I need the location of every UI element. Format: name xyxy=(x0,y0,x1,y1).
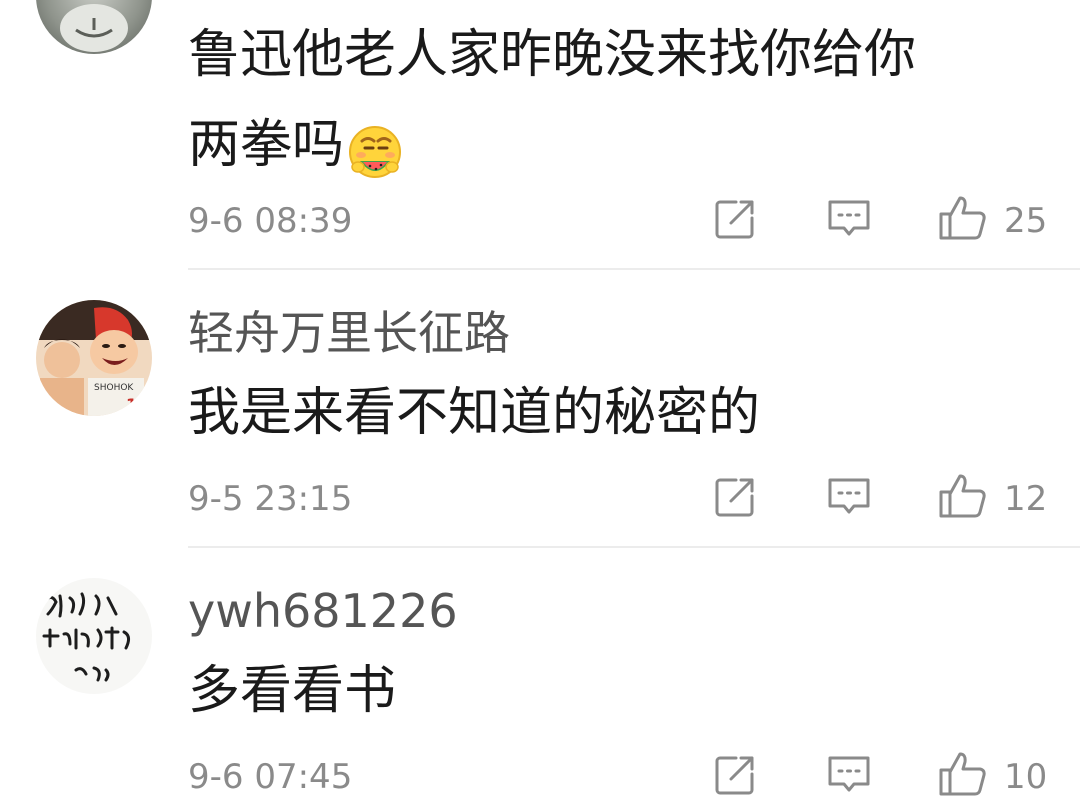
comment-timestamp: 9-6 07:45 xyxy=(188,757,353,797)
like-count: 10 xyxy=(1004,757,1048,797)
avatar[interactable]: SHOHOK 10 xyxy=(36,300,152,416)
thumbs-up-icon xyxy=(939,196,986,240)
comment-timestamp: 9-6 08:39 xyxy=(188,201,353,241)
like-button[interactable] xyxy=(938,750,988,798)
share-button[interactable] xyxy=(714,476,756,518)
comment-text-line: 两拳吗 xyxy=(188,100,1018,190)
svg-text:10: 10 xyxy=(126,395,148,414)
comment-text: 多看看书 xyxy=(188,646,1018,736)
thumbs-up-icon xyxy=(939,474,986,518)
comment-item: ywh681226 多看看书 9-6 07:45 10 xyxy=(0,548,1080,809)
reply-button[interactable] xyxy=(826,754,872,796)
calligraphy-avatar-image xyxy=(36,578,152,694)
like-button[interactable] xyxy=(938,194,988,242)
reply-icon xyxy=(828,478,870,514)
comment-timestamp: 9-5 23:15 xyxy=(188,479,353,519)
reply-button[interactable] xyxy=(826,476,872,518)
reply-icon xyxy=(828,756,870,792)
share-button[interactable] xyxy=(714,754,756,796)
share-icon xyxy=(715,756,754,795)
thumbs-up-icon xyxy=(939,752,986,796)
anime-avatar-image: SHOHOK 10 xyxy=(36,300,152,416)
share-icon xyxy=(715,200,754,239)
username[interactable]: ywh681226 xyxy=(188,588,458,634)
reply-button[interactable] xyxy=(826,198,872,240)
comment-text: 鲁迅他老人家昨晚没来找你给你 两拳吗 xyxy=(188,10,1018,190)
comment-text-line: 鲁迅他老人家昨晚没来找你给你 xyxy=(188,25,917,85)
username[interactable]: 轻舟万里长征路 xyxy=(188,310,510,356)
reply-icon xyxy=(828,200,870,236)
like-button[interactable] xyxy=(938,472,988,520)
svg-text:SHOHOK: SHOHOK xyxy=(94,383,134,393)
like-count: 12 xyxy=(1004,479,1048,519)
comment-item: SHOHOK 10 轻舟万里长征路 我是来看不知道的秘密的 9-5 23:15 xyxy=(0,270,1080,548)
avatar[interactable] xyxy=(36,0,152,54)
comment-text-line: 我是来看不知道的秘密的 xyxy=(188,383,761,443)
share-button[interactable] xyxy=(714,198,756,240)
eating-watermelon-emoji xyxy=(346,119,404,178)
comment-text-segment: 两拳吗 xyxy=(188,115,345,175)
comment-text: 我是来看不知道的秘密的 xyxy=(188,368,1018,458)
cat-avatar-image xyxy=(36,0,152,54)
like-count: 25 xyxy=(1004,201,1048,241)
comment-text-line: 多看看书 xyxy=(188,661,397,721)
comment-list: 鲁迅他老人家昨晚没来找你给你 两拳吗 9-6 08:39 25 SHOHOK 1… xyxy=(0,0,1080,809)
comment-item: 鲁迅他老人家昨晚没来找你给你 两拳吗 9-6 08:39 25 xyxy=(0,0,1080,270)
share-icon xyxy=(715,478,754,517)
avatar[interactable] xyxy=(36,578,152,694)
